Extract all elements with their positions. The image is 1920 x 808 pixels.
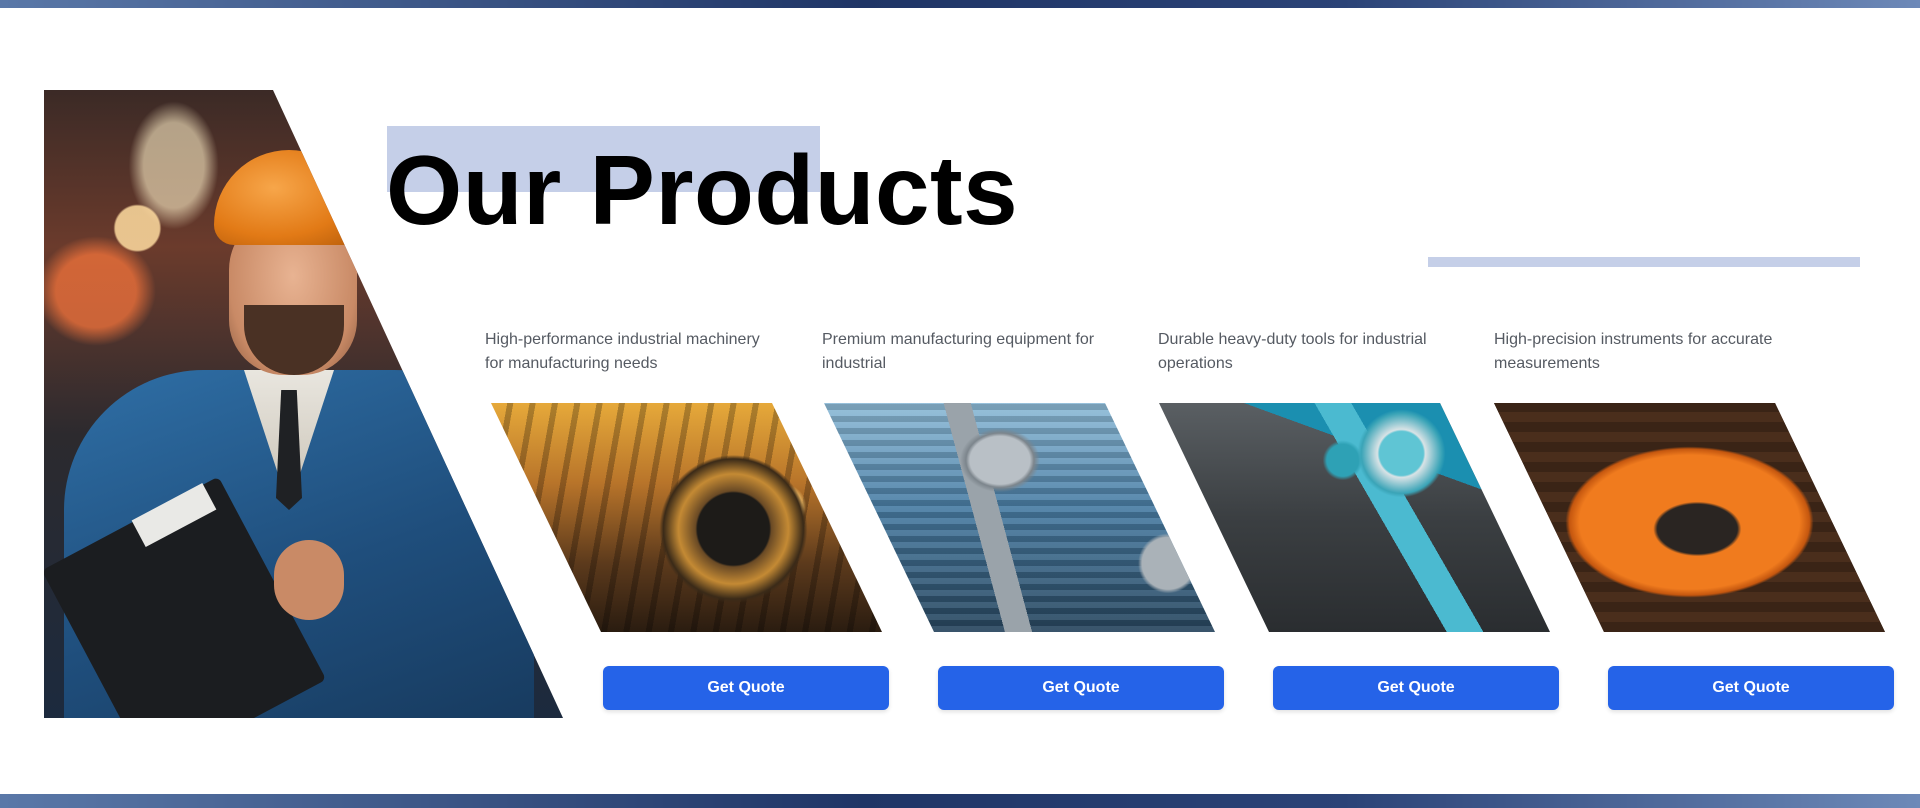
robotic-arm-photo [824,403,1215,632]
orange-typewriter-photo [1494,403,1885,632]
product-description-equipment: Premium manufacturing equipment for indu… [822,331,1095,372]
bottom-gradient-bar [0,794,1920,808]
get-quote-button-equipment[interactable]: Get Quote [938,666,1224,710]
page-title: Our Products [386,135,1019,245]
get-quote-button-instruments[interactable]: Get Quote [1608,666,1894,710]
product-description-machinery: High-performance industrial machinery fo… [485,331,760,372]
product-description-tools: Durable heavy-duty tools for industrial … [1158,331,1427,372]
product-description-instruments: High-precision instruments for accurate … [1494,331,1773,372]
get-quote-button-machinery[interactable]: Get Quote [603,666,889,710]
industrial-machinery-photo [491,403,882,632]
accent-line [1428,257,1860,267]
top-gradient-bar [0,0,1920,8]
power-tools-set-photo [1159,403,1550,632]
get-quote-button-tools[interactable]: Get Quote [1273,666,1559,710]
